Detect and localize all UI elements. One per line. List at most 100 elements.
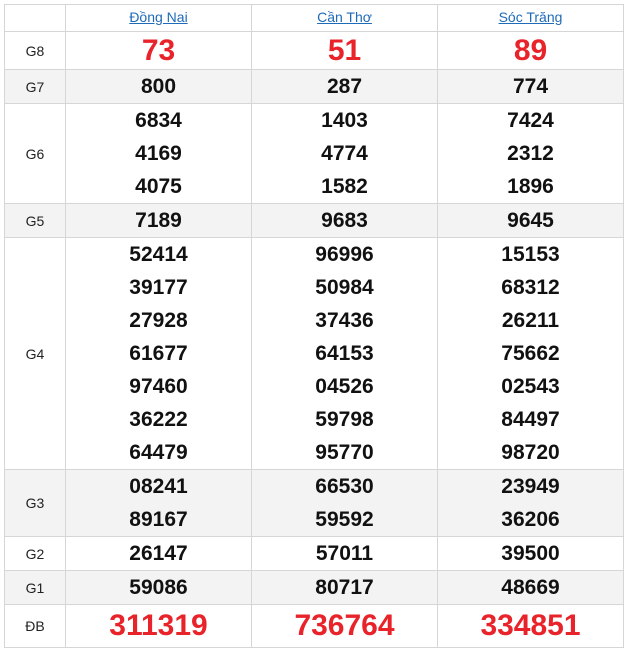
prize-label: G4 [4, 237, 66, 470]
province-link-soc-trang[interactable]: Sóc Trăng [499, 9, 563, 25]
prize-number: 39500 [501, 542, 560, 565]
prize-cell: 774 [437, 69, 624, 104]
header-row: Đồng Nai Cần Thơ Sóc Trăng [4, 4, 624, 32]
prize-number: 15153 [501, 243, 560, 266]
prize-number: 52414 [129, 243, 188, 266]
prize-number: 89 [513, 33, 548, 67]
prize-number: 04526 [315, 375, 374, 398]
prize-cell: 7424 2312 1896 [437, 103, 624, 204]
prize-cell: 6834 4169 4075 [65, 103, 252, 204]
prize-cell: 96996 50984 37436 64153 04526 59798 95770 [251, 237, 438, 470]
prize-number: 80717 [315, 576, 374, 599]
prize-number: 59086 [129, 576, 188, 599]
prize-number: 736764 [294, 609, 395, 642]
prize-number: 7424 [507, 109, 554, 132]
prize-number: 66530 [315, 475, 374, 498]
prize-number: 37436 [315, 309, 374, 332]
prize-label: G3 [4, 469, 66, 537]
prize-row: G8 73 51 89 [4, 31, 624, 70]
prize-number: 57011 [315, 542, 374, 565]
prize-cell: 52414 39177 27928 61677 97460 36222 64479 [65, 237, 252, 470]
prize-number: 36206 [501, 508, 560, 531]
prize-number: 08241 [129, 475, 188, 498]
prize-cell: 80717 [251, 570, 438, 605]
prize-cell: 287 [251, 69, 438, 104]
prize-cell: 23949 36206 [437, 469, 624, 537]
prize-number: 1403 [321, 109, 368, 132]
prize-number: 48669 [501, 576, 560, 599]
prize-number: 96996 [315, 243, 374, 266]
prize-cell: 08241 89167 [65, 469, 252, 537]
corner-cell [4, 4, 66, 32]
prize-label: G7 [4, 69, 66, 104]
prize-number: 774 [512, 75, 549, 98]
province-header: Cần Thơ [251, 4, 438, 32]
prize-row: G5 7189 9683 9645 [4, 203, 624, 238]
prize-number: 9645 [507, 209, 554, 232]
prize-number: 27928 [129, 309, 188, 332]
prize-number: 9683 [321, 209, 368, 232]
prize-number: 61677 [129, 342, 188, 365]
prize-row: G4 52414 39177 27928 61677 97460 36222 64479 969… [4, 237, 624, 470]
prize-cell: 48669 [437, 570, 624, 605]
prize-cell: 66530 59592 [251, 469, 438, 537]
prize-number: 73 [141, 33, 176, 67]
prize-number: 26211 [501, 309, 560, 332]
province-link-can-tho[interactable]: Cần Thơ [317, 9, 372, 25]
prize-number: 800 [140, 75, 177, 98]
prize-number: 59592 [315, 508, 374, 531]
prize-number: 68312 [501, 276, 560, 299]
prize-number: 26147 [129, 542, 188, 565]
prize-cell: 39500 [437, 536, 624, 571]
prize-number: 23949 [501, 475, 560, 498]
prize-number: 1896 [507, 175, 554, 198]
prize-number: 7189 [135, 209, 182, 232]
province-link-dong-nai[interactable]: Đồng Nai [129, 9, 187, 25]
prize-number: 2312 [507, 142, 554, 165]
prize-cell: 57011 [251, 536, 438, 571]
prize-label: G2 [4, 536, 66, 571]
prize-label: G8 [4, 31, 66, 70]
prize-number: 287 [326, 75, 363, 98]
prize-cell: 15153 68312 26211 75662 02543 84497 98720 [437, 237, 624, 470]
prize-cell: 26147 [65, 536, 252, 571]
prize-number: 89167 [129, 508, 188, 531]
prize-number: 84497 [501, 408, 560, 431]
prize-row: G2 26147 57011 39500 [4, 536, 624, 571]
prize-number: 50984 [315, 276, 374, 299]
prize-label: G6 [4, 103, 66, 204]
prize-cell: 800 [65, 69, 252, 104]
prize-row: ĐB 311319 736764 334851 [4, 604, 624, 648]
lottery-results-table: Đồng Nai Cần Thơ Sóc Trăng G8 73 51 89 G7 800… [4, 4, 624, 648]
prize-cell: 51 [251, 31, 438, 70]
prize-body: G8 73 51 89 G7 800 287 774 G6 6834 4169 4075 1403 477… [4, 31, 624, 648]
prize-number: 59798 [315, 408, 374, 431]
prize-number: 97460 [129, 375, 188, 398]
province-header: Sóc Trăng [437, 4, 624, 32]
prize-cell: 9645 [437, 203, 624, 238]
province-header: Đồng Nai [65, 4, 252, 32]
prize-cell: 311319 [65, 604, 252, 648]
prize-cell: 89 [437, 31, 624, 70]
prize-label: ĐB [4, 604, 66, 648]
prize-cell: 9683 [251, 203, 438, 238]
prize-number: 36222 [129, 408, 188, 431]
prize-number: 75662 [501, 342, 560, 365]
prize-label: G5 [4, 203, 66, 238]
prize-number: 311319 [109, 609, 208, 642]
prize-row: G1 59086 80717 48669 [4, 570, 624, 605]
prize-label: G1 [4, 570, 66, 605]
prize-number: 51 [327, 33, 362, 67]
prize-row: G7 800 287 774 [4, 69, 624, 104]
prize-number: 95770 [315, 441, 374, 464]
prize-row: G3 08241 89167 66530 59592 23949 36206 [4, 469, 624, 537]
prize-cell: 1403 4774 1582 [251, 103, 438, 204]
prize-number: 4169 [135, 142, 182, 165]
prize-cell: 334851 [437, 604, 624, 648]
prize-number: 4774 [321, 142, 368, 165]
prize-number: 334851 [480, 609, 581, 642]
prize-cell: 73 [65, 31, 252, 70]
prize-number: 6834 [135, 109, 182, 132]
prize-number: 39177 [129, 276, 188, 299]
prize-number: 98720 [501, 441, 560, 464]
